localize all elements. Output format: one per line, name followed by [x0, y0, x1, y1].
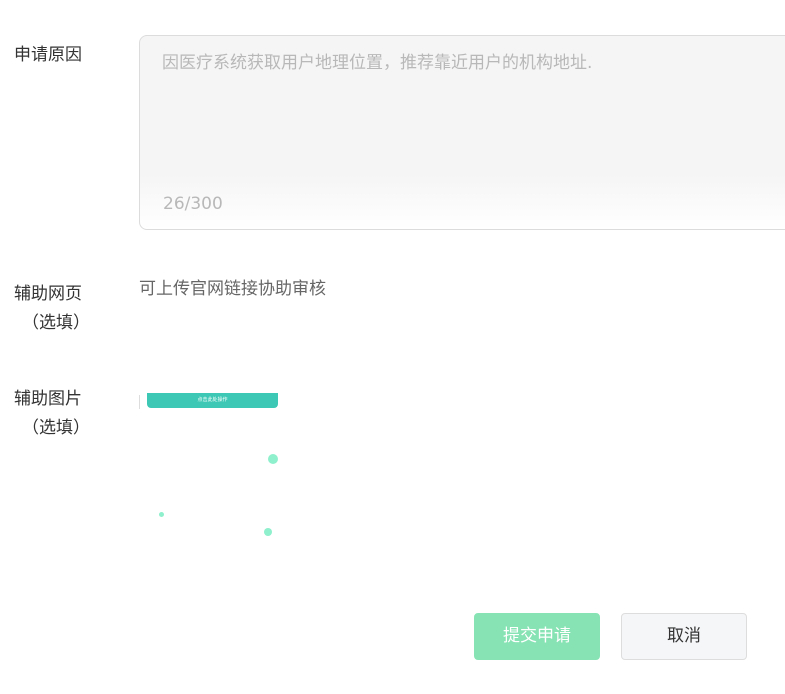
web-label: 辅助网页 （选填）	[14, 280, 90, 338]
web-hint[interactable]: 可上传官网链接协助审核	[139, 276, 326, 302]
loading-dot	[268, 454, 278, 464]
reason-textarea[interactable]: 因医疗系统获取用户地理位置，推荐靠近用户的机构地址. 26/300	[139, 35, 785, 230]
reason-text: 因医疗系统获取用户地理位置，推荐靠近用户的机构地址.	[162, 53, 593, 73]
reason-label: 申请原因	[14, 41, 82, 70]
image-upload-area[interactable]: 点击此处操作	[139, 393, 319, 553]
loading-dot	[264, 528, 272, 536]
char-counter: 26/300	[163, 194, 223, 214]
image-optional-text: （选填）	[22, 418, 90, 438]
image-label: 辅助图片 （选填）	[14, 385, 90, 443]
upload-edge	[139, 395, 140, 409]
cancel-button[interactable]: 取消	[621, 613, 747, 660]
web-label-text: 辅助网页	[14, 284, 82, 304]
reason-label-text: 申请原因	[14, 45, 82, 65]
loading-dot	[159, 512, 164, 517]
web-optional-text: （选填）	[22, 313, 90, 333]
image-label-text: 辅助图片	[14, 389, 82, 409]
upload-thumbnail-button[interactable]: 点击此处操作	[147, 393, 278, 408]
submit-button[interactable]: 提交申请	[474, 613, 600, 660]
